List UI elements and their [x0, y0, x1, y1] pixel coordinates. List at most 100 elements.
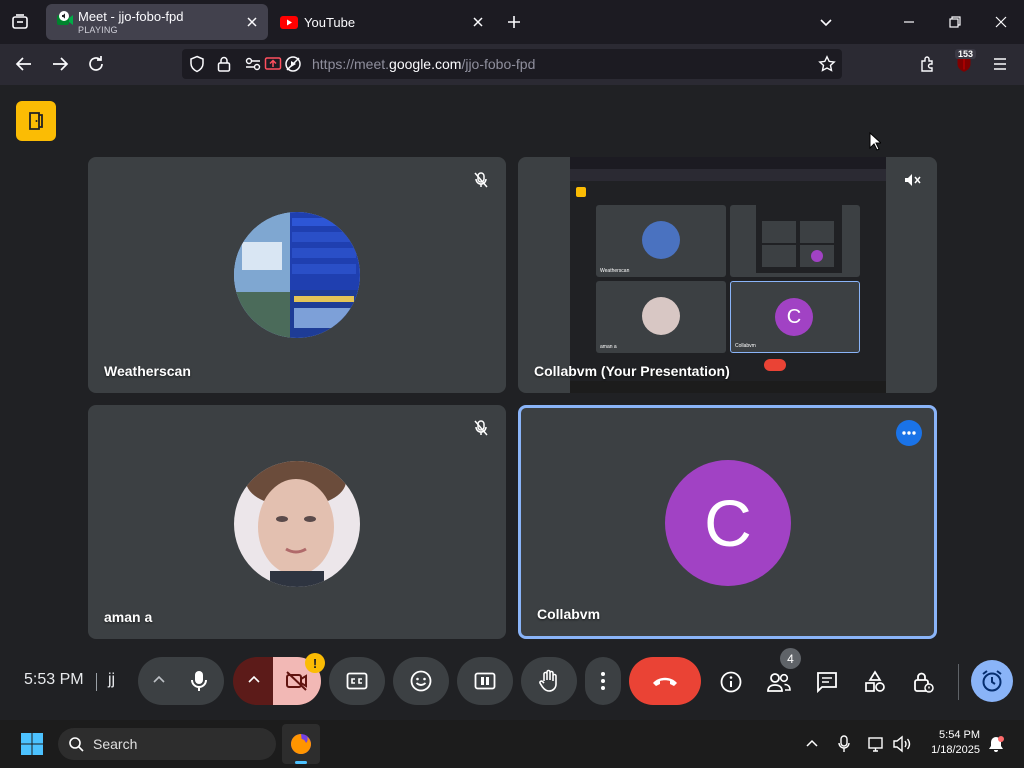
tracking-protection-shield-icon[interactable]: [188, 55, 206, 73]
mini-end-call-button: [764, 359, 786, 371]
url-path: /jjo-fobo-fpd: [461, 56, 536, 72]
participant-tile-presentation[interactable]: Weatherscan aman a C Collabvm Collabvm (…: [518, 157, 937, 393]
search-icon: [68, 736, 84, 752]
meeting-details-info-icon[interactable]: [717, 668, 745, 696]
mini-tile-aman: aman a: [596, 281, 726, 353]
mini-activities-icon: [576, 187, 586, 197]
tab-meet-playing-label: PLAYING: [78, 25, 118, 35]
mini-tab-strip: [570, 157, 886, 169]
windows-start-icon[interactable]: [20, 732, 44, 756]
tab-youtube-title: YouTube: [304, 15, 356, 30]
taskbar-search-box[interactable]: Search: [58, 728, 276, 760]
audio-settings-chevron-up-icon[interactable]: [152, 673, 166, 687]
people-icon[interactable]: [765, 668, 793, 696]
more-options-menu-button[interactable]: [585, 657, 621, 705]
present-icon: [474, 672, 496, 690]
tab-close-icon[interactable]: [244, 14, 260, 30]
address-bar[interactable]: https://meet.google.com/jjo-fobo-fpd: [182, 49, 842, 79]
participant-tile-aman[interactable]: aman a: [88, 405, 506, 639]
notification-bell-icon[interactable]: [987, 735, 1005, 753]
microphone-in-use-icon[interactable]: [836, 734, 852, 754]
new-tab-plus-icon[interactable]: [500, 8, 528, 36]
taskbar-firefox-app[interactable]: [282, 724, 320, 764]
activities-shapes-icon[interactable]: [861, 668, 889, 696]
weatherscan-avatar-image: [234, 212, 360, 338]
divider: [958, 664, 959, 700]
more-options-button[interactable]: [896, 420, 922, 446]
meet-controls-bar: 5:53 PM jj ! 4: [0, 646, 1024, 720]
participant-name: aman a: [104, 609, 153, 625]
mini-weatherscan-avatar: [642, 221, 680, 259]
mic-muted-icon: [472, 419, 490, 437]
participant-name: Collabvm (Your Presentation): [534, 363, 730, 379]
participant-tile-weatherscan[interactable]: Weatherscan: [88, 157, 506, 393]
meeting-code: jj: [108, 671, 116, 688]
taskbar-clock[interactable]: 5:54 PM 1/18/2025: [931, 728, 980, 758]
autoplay-blocked-icon[interactable]: [284, 55, 302, 73]
tab-meet[interactable]: Meet - jjo-fobo-fpd PLAYING: [46, 4, 268, 40]
raise-hand-button[interactable]: [521, 657, 577, 705]
tab-youtube[interactable]: YouTube: [272, 4, 494, 40]
meet-main-area: Weatherscan Weatherscan aman a C Collabv…: [0, 85, 1024, 720]
restore-window-icon[interactable]: [941, 8, 969, 36]
activities-button[interactable]: [16, 101, 56, 141]
lock-icon[interactable]: [216, 55, 232, 73]
youtube-favicon-icon: [280, 16, 298, 29]
extensions-puzzle-icon[interactable]: [914, 50, 942, 78]
screen-sharing-indicator-icon[interactable]: [264, 55, 282, 73]
present-screen-button[interactable]: [457, 657, 513, 705]
leave-call-button[interactable]: [629, 657, 701, 705]
taskbar-search-label: Search: [93, 736, 138, 752]
url-text[interactable]: https://meet.google.com/jjo-fobo-fpd: [312, 56, 535, 72]
mini-name: Weatherscan: [600, 268, 630, 274]
firefox-icon: [290, 733, 312, 755]
aman-avatar-image: [234, 461, 360, 587]
smiley-emoji-icon: [410, 670, 432, 692]
bookmark-star-icon[interactable]: [818, 55, 836, 73]
forward-arrow-icon[interactable]: [46, 50, 74, 78]
show-hidden-icons-chevron-icon[interactable]: [804, 736, 820, 752]
mini-name: aman a: [600, 344, 617, 350]
tab-close-icon[interactable]: [470, 14, 486, 30]
tab-manager-icon[interactable]: [6, 8, 34, 36]
url-prefix: https://meet.: [312, 56, 390, 72]
host-controls-lock-icon[interactable]: [909, 668, 937, 696]
timer-clock-button[interactable]: [971, 660, 1013, 702]
clock-time: 5:54 PM: [939, 729, 980, 741]
microphone-icon[interactable]: [188, 669, 210, 693]
reload-icon[interactable]: [82, 50, 110, 78]
camera-off-icon: [286, 671, 307, 691]
door-exit-icon: [26, 111, 46, 131]
mini-name: Collabvm: [735, 343, 756, 349]
mini-taskbar: [570, 381, 886, 393]
mic-muted-icon: [472, 171, 490, 189]
video-settings-chevron-up-icon[interactable]: [247, 673, 261, 687]
captions-button[interactable]: [329, 657, 385, 705]
back-arrow-icon[interactable]: [10, 50, 38, 78]
close-window-icon[interactable]: [987, 8, 1015, 36]
mini-tile-presentation: [730, 205, 860, 277]
mini-nested-tile: [762, 221, 796, 243]
presentation-audio-muted-icon: [903, 171, 921, 189]
volume-icon[interactable]: [892, 734, 912, 754]
hamburger-menu-icon[interactable]: [986, 50, 1014, 78]
mini-nested-tile: [800, 221, 834, 243]
permissions-icon[interactable]: [244, 56, 262, 72]
end-call-phone-icon: [653, 677, 677, 686]
browser-tab-strip: Meet - jjo-fobo-fpd PLAYING YouTube: [0, 0, 1024, 44]
alarm-clock-icon: [982, 670, 1002, 692]
mini-tile-weatherscan: Weatherscan: [596, 205, 726, 277]
participant-tile-collabvm[interactable]: C Collabvm: [518, 405, 937, 639]
more-dots-icon: [902, 431, 916, 435]
mouse-cursor-icon: [869, 132, 881, 152]
participant-name: Weatherscan: [104, 363, 191, 379]
network-icon[interactable]: [866, 734, 886, 754]
reactions-button[interactable]: [393, 657, 449, 705]
raise-hand-icon: [539, 669, 557, 692]
chat-icon[interactable]: [813, 668, 841, 696]
browser-navigation-bar: https://meet.google.com/jjo-fobo-fpd: [0, 44, 1024, 85]
minimize-window-icon[interactable]: [895, 8, 923, 36]
divider: [96, 673, 97, 691]
list-all-tabs-chevron-icon[interactable]: [812, 8, 840, 36]
vertical-dots-icon: [601, 672, 605, 690]
